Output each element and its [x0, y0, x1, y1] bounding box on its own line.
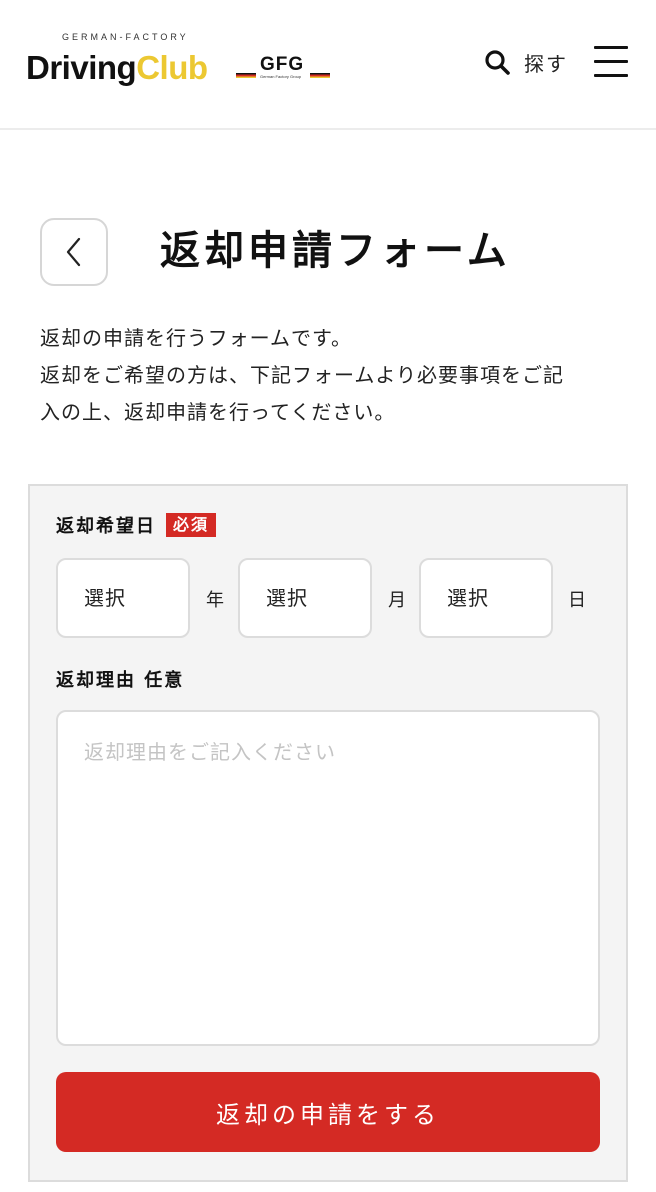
- logo-driving: Driving: [26, 49, 137, 86]
- description-line: 入の上、返却申請を行ってください。: [40, 400, 396, 424]
- page-title: 返却申請フォーム: [160, 228, 511, 274]
- return-date-selects: 選択 年 選択 月 選択 日: [56, 558, 606, 640]
- logo-wordmark: DrivingClub: [26, 46, 208, 90]
- flag-bar-left: [236, 73, 256, 78]
- search-button[interactable]: 探す: [484, 46, 568, 78]
- return-date-label: 返却希望日 必須: [56, 512, 217, 538]
- return-reason-label-text: 返却理由 任意: [56, 670, 185, 691]
- gfg-logo[interactable]: GFG German Factory Group: [236, 54, 334, 82]
- return-reason-textarea[interactable]: 返却理由をご記入ください: [56, 710, 600, 1046]
- day-unit: 日: [568, 590, 586, 611]
- day-select[interactable]: 選択: [419, 558, 553, 638]
- chevron-left-icon: [66, 237, 81, 267]
- reason-placeholder: 返却理由をご記入ください: [84, 740, 336, 764]
- month-unit: 月: [388, 590, 406, 611]
- return-date-label-text: 返却希望日: [56, 516, 156, 537]
- hamburger-menu-icon[interactable]: [594, 44, 628, 78]
- logo-subtitle: GERMAN-FACTORY: [62, 32, 189, 42]
- site-header: GERMAN-FACTORY DrivingClub GFG German Fa…: [0, 0, 656, 130]
- flag-bar-right: [310, 73, 330, 78]
- month-select[interactable]: 選択: [238, 558, 372, 638]
- return-form: 返却希望日 必須 選択 年 選択 月 選択 日 返却理由 任意 返却理由をご記入…: [28, 484, 628, 1182]
- return-reason-label: 返却理由 任意: [56, 666, 184, 692]
- required-badge: 必須: [166, 513, 217, 537]
- year-unit: 年: [206, 590, 224, 611]
- page-description: 返却の申請を行うフォームです。 返却をご希望の方は、下記フォームより必要事項をご…: [40, 320, 620, 431]
- description-line: 返却の申請を行うフォームです。: [40, 326, 352, 350]
- description-line: 返却をご希望の方は、下記フォームより必要事項をご記: [40, 363, 564, 387]
- search-label: 探す: [524, 51, 568, 76]
- submit-return-button[interactable]: 返却の申請をする: [56, 1072, 600, 1152]
- year-select[interactable]: 選択: [56, 558, 190, 638]
- logo-club: Club: [136, 49, 208, 86]
- back-button[interactable]: [40, 218, 108, 286]
- gfg-small-text: German Factory Group: [260, 74, 302, 79]
- search-icon: [485, 50, 510, 75]
- gfg-text: GFG: [260, 54, 305, 75]
